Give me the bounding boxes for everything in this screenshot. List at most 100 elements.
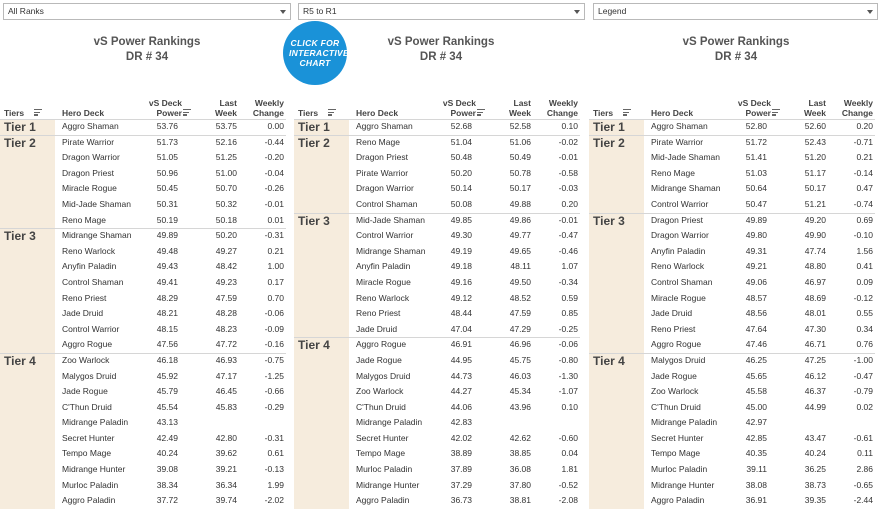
weekly-change-value: 0.61 — [267, 448, 284, 459]
sort-icon[interactable] — [34, 109, 42, 116]
table-row[interactable]: Reno Priest 48.29 47.59 0.70 — [0, 290, 294, 307]
table-row[interactable]: C'Thun Druid 44.06 43.96 0.10 — [294, 399, 588, 416]
weekly-change-value: 0.70 — [267, 292, 284, 303]
table-row[interactable]: Zoo Warlock 44.27 45.34 -1.07 — [294, 384, 588, 400]
interactive-chart-badge[interactable]: CLICK FOR INTERACTIVE CHART — [283, 21, 349, 85]
table-row[interactable]: Tier 4 Zoo Warlock 46.18 46.93 -0.75 — [0, 352, 294, 369]
table-row[interactable]: Reno Warlock 49.21 48.80 0.41 — [589, 259, 882, 275]
table-row[interactable]: Malygos Druid 44.73 46.03 -1.30 — [294, 368, 588, 385]
hero-deck-name: Zoo Warlock — [356, 386, 404, 397]
table-row[interactable]: Secret Hunter 42.02 42.62 -0.60 — [294, 430, 588, 447]
table-row[interactable]: Aggro Paladin 36.73 38.81 -2.08 — [294, 493, 588, 509]
rank-filter-dropdown-1[interactable]: All Ranks — [3, 3, 291, 20]
table-row[interactable]: Tier 2 Pirate Warrior 51.73 52.16 -0.44 — [0, 134, 294, 151]
sort-icon[interactable] — [772, 109, 780, 116]
rank-filter-dropdown-3[interactable]: Legend — [593, 3, 878, 20]
header-deck-power: vS Deck Power — [737, 98, 771, 118]
table-row[interactable]: Reno Mage 51.03 51.17 -0.14 — [589, 165, 882, 182]
table-row[interactable]: Reno Priest 47.64 47.30 0.34 — [589, 321, 882, 338]
table-row[interactable]: Anyfin Paladin 49.18 48.11 1.07 — [294, 259, 588, 275]
header-last-week: Last Week — [803, 98, 826, 118]
weekly-change-value: 0.21 — [856, 152, 873, 163]
table-row[interactable]: Jade Druid 47.04 47.29 -0.25 — [294, 321, 588, 338]
table-row[interactable]: Tier 4 Aggro Rogue 46.91 46.96 -0.06 — [294, 337, 588, 353]
table-row[interactable]: Miracle Rogue 49.16 49.50 -0.34 — [294, 274, 588, 291]
table-row[interactable]: Tier 3 Dragon Priest 49.89 49.20 0.69 — [589, 212, 882, 229]
table-row[interactable]: Aggro Rogue 47.56 47.72 -0.16 — [0, 337, 294, 353]
table-row[interactable]: Control Warrior 50.47 51.21 -0.74 — [589, 196, 882, 213]
table-row[interactable]: Secret Hunter 42.85 43.47 -0.61 — [589, 430, 882, 447]
hero-deck-name: Zoo Warlock — [651, 386, 699, 397]
table-row[interactable]: Dragon Priest 50.96 51.00 -0.04 — [0, 165, 294, 182]
table-row[interactable]: Tempo Mage 38.89 38.85 0.04 — [294, 446, 588, 463]
table-row[interactable]: Tier 3 Mid-Jade Shaman 49.85 49.86 -0.01 — [294, 212, 588, 229]
table-row[interactable]: Anyfin Paladin 49.31 47.74 1.56 — [589, 243, 882, 260]
table-row[interactable]: Malygos Druid 45.92 47.17 -1.25 — [0, 368, 294, 385]
sort-icon[interactable] — [477, 109, 485, 116]
table-row[interactable]: Control Shaman 49.06 46.97 0.09 — [589, 274, 882, 291]
table-row[interactable]: Tier 3 Midrange Shaman 49.89 50.20 -0.31 — [0, 228, 294, 244]
table-row[interactable]: Tier 1 Aggro Shaman 52.68 52.58 0.10 — [294, 119, 588, 135]
table-row[interactable]: Tempo Mage 40.24 39.62 0.61 — [0, 446, 294, 463]
table-row[interactable]: Dragon Priest 50.48 50.49 -0.01 — [294, 150, 588, 166]
table-row[interactable]: Midrange Paladin 42.83 — [294, 415, 588, 431]
table-row[interactable]: Dragon Warrior 51.05 51.25 -0.20 — [0, 150, 294, 166]
table-row[interactable]: Miracle Rogue 48.57 48.69 -0.12 — [589, 290, 882, 307]
table-row[interactable]: Midrange Shaman 50.64 50.17 0.47 — [589, 181, 882, 197]
table-row[interactable]: Miracle Rogue 50.45 50.70 -0.26 — [0, 181, 294, 197]
table-row[interactable]: Tier 4 Malygos Druid 46.25 47.25 -1.00 — [589, 352, 882, 369]
deck-power-value: 46.18 — [156, 354, 178, 365]
sort-icon[interactable] — [328, 109, 336, 116]
last-week-value: 49.77 — [509, 230, 531, 241]
table-row[interactable]: Dragon Warrior 49.80 49.90 -0.10 — [589, 228, 882, 244]
table-row[interactable]: Zoo Warlock 45.58 46.37 -0.79 — [589, 384, 882, 400]
last-week-value: 49.88 — [509, 198, 531, 209]
table-row[interactable]: Reno Mage 50.19 50.18 0.01 — [0, 212, 294, 229]
table-row[interactable]: Aggro Rogue 47.46 46.71 0.76 — [589, 337, 882, 353]
table-row[interactable]: Aggro Paladin 36.91 39.35 -2.44 — [589, 493, 882, 509]
sort-icon[interactable] — [183, 109, 191, 116]
tier-band — [589, 165, 644, 182]
table-row[interactable]: C'Thun Druid 45.54 45.83 -0.29 — [0, 399, 294, 416]
table-row[interactable]: Jade Rogue 45.79 46.45 -0.66 — [0, 384, 294, 400]
table-row[interactable]: Tier 2 Reno Mage 51.04 51.06 -0.02 — [294, 134, 588, 151]
table-row[interactable]: Murloc Paladin 38.34 36.34 1.99 — [0, 477, 294, 494]
table-row[interactable]: Murloc Paladin 39.11 36.25 2.86 — [589, 462, 882, 478]
rank-filter-dropdown-2[interactable]: R5 to R1 — [298, 3, 585, 20]
table-row[interactable]: Jade Druid 48.21 48.28 -0.06 — [0, 306, 294, 322]
table-row[interactable]: Tier 2 Pirate Warrior 51.72 52.43 -0.71 — [589, 134, 882, 151]
table-row[interactable]: Reno Warlock 49.48 49.27 0.21 — [0, 243, 294, 260]
rankings-table-panel: vS Power Rankings DR # 34 Tiers Hero Deck vS… — [294, 24, 588, 509]
table-row[interactable]: Midrange Shaman 49.19 49.65 -0.46 — [294, 243, 588, 260]
table-row[interactable]: Midrange Hunter 37.29 37.80 -0.52 — [294, 477, 588, 494]
table-row[interactable]: Control Shaman 50.08 49.88 0.20 — [294, 196, 588, 213]
table-row[interactable]: Control Shaman 49.41 49.23 0.17 — [0, 274, 294, 291]
table-row[interactable]: Aggro Paladin 37.72 39.74 -2.02 — [0, 493, 294, 509]
table-row[interactable]: Jade Druid 48.56 48.01 0.55 — [589, 306, 882, 322]
table-row[interactable]: Midrange Hunter 38.08 38.73 -0.65 — [589, 477, 882, 494]
table-row[interactable]: Control Warrior 49.30 49.77 -0.47 — [294, 228, 588, 244]
table-row[interactable]: Anyfin Paladin 49.43 48.42 1.00 — [0, 259, 294, 275]
table-row[interactable]: Dragon Warrior 50.14 50.17 -0.03 — [294, 181, 588, 197]
table-row[interactable]: Reno Priest 48.44 47.59 0.85 — [294, 306, 588, 322]
table-row[interactable]: Secret Hunter 42.49 42.80 -0.31 — [0, 430, 294, 447]
table-row[interactable]: Midrange Hunter 39.08 39.21 -0.13 — [0, 462, 294, 478]
hero-deck-name: Control Shaman — [62, 276, 124, 287]
table-row[interactable]: Reno Warlock 49.12 48.52 0.59 — [294, 290, 588, 307]
table-row[interactable]: Jade Rogue 45.65 46.12 -0.47 — [589, 368, 882, 385]
table-row[interactable]: Jade Rogue 44.95 45.75 -0.80 — [294, 352, 588, 369]
table-row[interactable]: Pirate Warrior 50.20 50.78 -0.58 — [294, 165, 588, 182]
table-row[interactable]: Midrange Paladin 43.13 — [0, 415, 294, 431]
table-row[interactable]: Mid-Jade Shaman 50.31 50.32 -0.01 — [0, 196, 294, 213]
last-week-value: 39.21 — [215, 464, 237, 475]
table-row[interactable]: Midrange Paladin 42.97 — [589, 415, 882, 431]
table-row[interactable]: Mid-Jade Shaman 51.41 51.20 0.21 — [589, 150, 882, 166]
table-row[interactable]: C'Thun Druid 45.00 44.99 0.02 — [589, 399, 882, 416]
table-row[interactable]: Control Warrior 48.15 48.23 -0.09 — [0, 321, 294, 338]
weekly-change-value: -0.01 — [558, 152, 578, 163]
sort-icon[interactable] — [623, 109, 631, 116]
table-row[interactable]: Tier 1 Aggro Shaman 52.80 52.60 0.20 — [589, 119, 882, 135]
table-row[interactable]: Murloc Paladin 37.89 36.08 1.81 — [294, 462, 588, 478]
table-row[interactable]: Tier 1 Aggro Shaman 53.76 53.75 0.00 — [0, 119, 294, 135]
table-row[interactable]: Tempo Mage 40.35 40.24 0.11 — [589, 446, 882, 463]
